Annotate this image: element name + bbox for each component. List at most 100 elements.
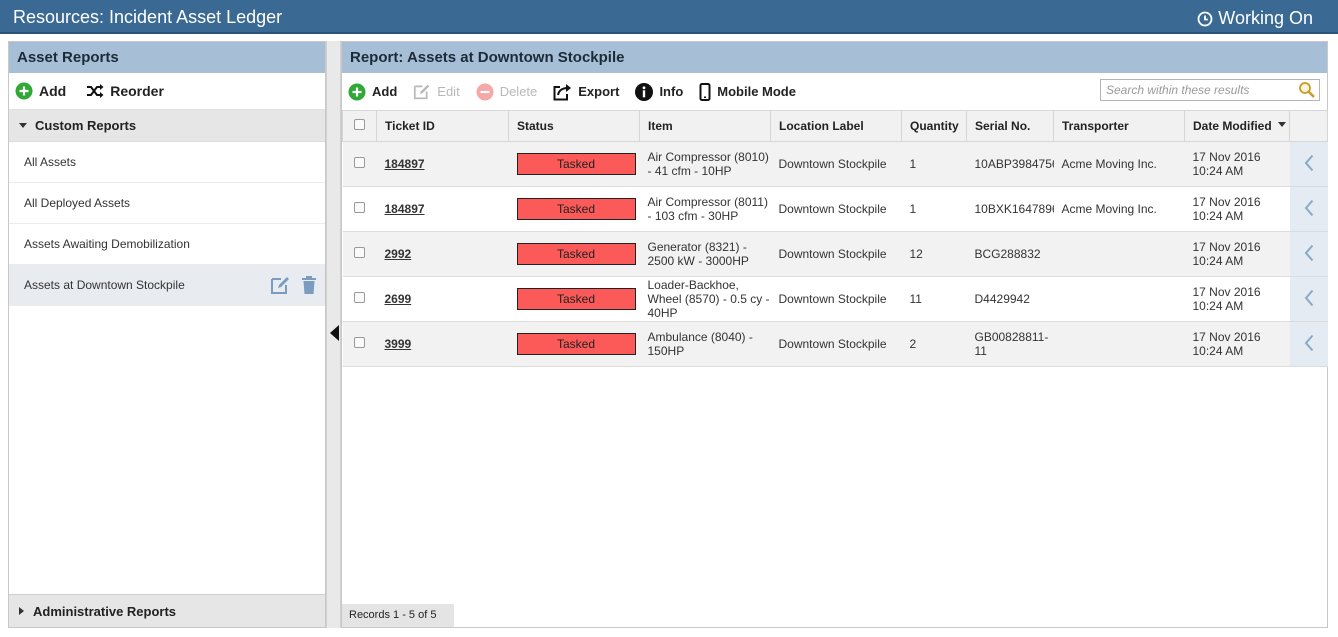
- table-row[interactable]: 2699 Tasked Loader-Backhoe, Wheel (8570)…: [342, 276, 1328, 322]
- table-row[interactable]: 3999 Tasked Ambulance (8040) - 150HP Dow…: [342, 321, 1328, 367]
- reorder-label: Reorder: [110, 83, 164, 99]
- delete-report-icon[interactable]: [301, 275, 317, 295]
- app-title: Resources: Incident Asset Ledger: [13, 7, 283, 27]
- ticket-link[interactable]: 184897: [385, 157, 425, 171]
- status-cell: Tasked: [508, 186, 640, 232]
- serial-cell: 10BXK1647896: [966, 186, 1054, 232]
- search-box: [1100, 79, 1320, 101]
- info-label: Info: [659, 84, 684, 99]
- edit-asset-button[interactable]: Edit: [413, 83, 460, 100]
- time-text: 10:24 AM: [1192, 344, 1244, 358]
- working-on-button[interactable]: Working On: [1197, 8, 1313, 29]
- quantity-cell: 2: [901, 321, 967, 367]
- report-header: Report: Assets at Downtown Stockpile: [342, 42, 1327, 73]
- expand-row-cell[interactable]: [1289, 141, 1328, 187]
- column-header-transporter[interactable]: Transporter: [1053, 110, 1185, 142]
- caret-down-icon: [19, 122, 27, 128]
- report-item-all-assets[interactable]: All Assets: [9, 142, 325, 183]
- time-text: 10:24 AM: [1192, 299, 1244, 313]
- row-select-cell: [342, 231, 377, 277]
- table-header-row: Ticket ID Status Item Location Label Qua…: [342, 110, 1328, 142]
- search-input[interactable]: [1101, 80, 1291, 100]
- assets-table: Ticket ID Status Item Location Label Qua…: [342, 110, 1328, 367]
- row-checkbox[interactable]: [354, 247, 365, 258]
- mobile-mode-button[interactable]: Mobile Mode: [699, 82, 796, 101]
- chevron-left-icon: [1304, 199, 1313, 216]
- status-badge: Tasked: [516, 198, 636, 220]
- expand-row-cell[interactable]: [1289, 186, 1328, 232]
- time-text: 10:24 AM: [1192, 209, 1244, 223]
- ticket-cell: 2992: [376, 231, 509, 277]
- chevron-left-icon: [1304, 244, 1313, 261]
- row-checkbox[interactable]: [354, 157, 365, 168]
- item-cell: Air Compressor (8011) - 103 cfm - 30HP: [639, 186, 771, 232]
- add-report-label: Add: [39, 83, 67, 99]
- date-cell: 17 Nov 2016 10:24 AM: [1184, 141, 1290, 187]
- column-header-item[interactable]: Item: [639, 110, 771, 142]
- info-button[interactable]: Info: [635, 82, 684, 101]
- custom-reports-label: Custom Reports: [35, 118, 137, 133]
- column-header-serial-no[interactable]: Serial No.: [966, 110, 1054, 142]
- quantity-cell: 11: [901, 276, 967, 322]
- search-icon[interactable]: [1298, 81, 1316, 99]
- column-header-ticket-id[interactable]: Ticket ID: [376, 110, 509, 142]
- expand-row-cell[interactable]: [1289, 231, 1328, 277]
- row-checkbox[interactable]: [354, 292, 365, 303]
- column-header-expand: [1289, 110, 1328, 142]
- working-on-label: Working On: [1218, 8, 1313, 28]
- add-report-button[interactable]: Add: [15, 82, 66, 100]
- column-header-quantity[interactable]: Quantity: [901, 110, 967, 142]
- date-cell: 17 Nov 2016 10:24 AM: [1184, 186, 1290, 232]
- chevron-left-icon: [1304, 289, 1313, 306]
- custom-reports-toggle[interactable]: Custom Reports: [9, 110, 325, 142]
- report-panel: Report: Assets at Downtown Stockpile Add…: [341, 41, 1328, 628]
- ticket-link[interactable]: 184897: [385, 202, 425, 216]
- report-item-label: All Assets: [24, 155, 77, 169]
- column-header-location-label[interactable]: Location Label: [770, 110, 902, 142]
- date-text: 17 Nov 2016: [1192, 150, 1261, 164]
- report-item-all-deployed-assets[interactable]: All Deployed Assets: [9, 183, 325, 224]
- table-row[interactable]: 184897 Tasked Air Compressor (8010) - 41…: [342, 141, 1328, 187]
- transporter-cell: [1053, 231, 1185, 277]
- edit-report-icon[interactable]: [270, 275, 291, 295]
- asset-reports-header: Asset Reports: [9, 42, 325, 73]
- date-text: 17 Nov 2016: [1192, 195, 1261, 209]
- select-all-checkbox[interactable]: [354, 119, 365, 130]
- delete-asset-button[interactable]: Delete: [476, 83, 537, 101]
- column-header-date-modified[interactable]: Date Modified: [1184, 110, 1290, 142]
- item-cell: Loader-Backhoe, Wheel (8570) - 0.5 cy - …: [639, 276, 771, 322]
- add-asset-button[interactable]: Add: [348, 83, 397, 101]
- records-count: Records 1 - 5 of 5: [342, 604, 454, 627]
- caret-right-icon: [19, 607, 24, 615]
- minus-circle-icon: [476, 83, 494, 100]
- ticket-link[interactable]: 3999: [385, 337, 412, 351]
- table-row[interactable]: 2992 Tasked Generator (8321) - 2500 kW -…: [342, 231, 1328, 277]
- chevron-left-icon: [1304, 334, 1313, 351]
- row-checkbox[interactable]: [354, 202, 365, 213]
- time-text: 10:24 AM: [1192, 254, 1244, 268]
- export-button[interactable]: Export: [553, 83, 619, 101]
- date-text: 17 Nov 2016: [1192, 240, 1261, 254]
- report-item-assets-at-downtown-stockpile[interactable]: Assets at Downtown Stockpile: [9, 265, 325, 306]
- column-header-status[interactable]: Status: [508, 110, 640, 142]
- administrative-reports-toggle[interactable]: Administrative Reports: [9, 594, 325, 627]
- serial-cell: GB00828811-11: [966, 321, 1054, 367]
- add-asset-label: Add: [372, 84, 398, 99]
- expand-row-cell[interactable]: [1289, 276, 1328, 322]
- row-checkbox[interactable]: [354, 337, 365, 348]
- row-select-cell: [342, 141, 377, 187]
- location-cell: Downtown Stockpile: [770, 186, 902, 232]
- report-item-assets-awaiting-demobilization[interactable]: Assets Awaiting Demobilization: [9, 224, 325, 265]
- collapse-left-arrow-icon[interactable]: [330, 325, 339, 341]
- expand-row-cell[interactable]: [1289, 321, 1328, 367]
- date-text: 17 Nov 2016: [1192, 330, 1261, 344]
- report-item-actions: [270, 275, 317, 295]
- ticket-link[interactable]: 2699: [385, 292, 412, 306]
- table-row[interactable]: 184897 Tasked Air Compressor (8011) - 10…: [342, 186, 1328, 232]
- panel-splitter[interactable]: [326, 41, 341, 628]
- app-titlebar: Resources: Incident Asset Ledger Working…: [0, 0, 1338, 34]
- ticket-link[interactable]: 2992: [385, 247, 412, 261]
- status-badge: Tasked: [516, 288, 636, 310]
- reorder-button[interactable]: Reorder: [86, 83, 164, 99]
- mobile-mode-label: Mobile Mode: [717, 84, 796, 99]
